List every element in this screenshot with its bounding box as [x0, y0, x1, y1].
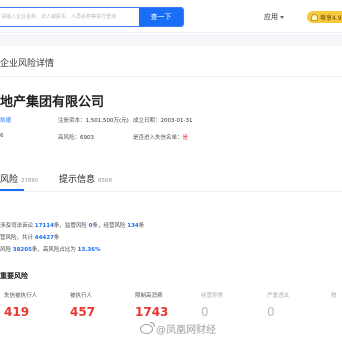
app-menu[interactable]: 应用: [264, 12, 284, 22]
stat-label: 严重违法: [267, 293, 290, 299]
legal-representative-link[interactable]: 凯德: [0, 116, 11, 124]
summary-text: 条，经营风险: [92, 223, 126, 229]
operating-count: 134: [127, 223, 139, 229]
tab-risk-count: 27860: [21, 178, 39, 184]
summary-text: 涉及司法诉讼: [0, 223, 34, 229]
divider: [0, 76, 342, 77]
summary-line-2: 营风险，共计 44427条: [0, 233, 59, 241]
stat-value: 419: [4, 305, 30, 319]
tab-notice-label: 提示信息: [59, 175, 96, 185]
app-menu-label: 应用: [264, 13, 278, 21]
tab-risk-label: 风险: [0, 175, 19, 185]
total-count: 44427: [34, 235, 54, 241]
stat-tax[interactable]: 税: [331, 291, 342, 299]
date-label: 成立日期：: [133, 118, 161, 124]
litigation-count: 17114: [34, 223, 54, 229]
high-risk-count: 高风险：6903: [58, 133, 94, 141]
dishonest-value: 是: [182, 135, 189, 141]
header-spacer: [0, 34, 342, 46]
search-button[interactable]: 查一下: [139, 8, 183, 26]
summary-text: 条: [138, 223, 145, 229]
high-risk-label: 高风险：: [58, 135, 81, 141]
summary-line-1: 涉及司法诉讼 17114条，监管风险 0条，经营风险 134条: [0, 221, 144, 229]
stat-executed[interactable]: 被执行人 457: [70, 291, 132, 319]
stat-consumption-limit[interactable]: 限制高消费 1743: [135, 291, 197, 319]
high-risk-total: 38205: [12, 247, 32, 253]
crown-icon: [311, 13, 318, 21]
stat-label: 被执行人: [70, 293, 93, 299]
top-bar: 查一下 应用 尊享4.9元: [0, 0, 342, 33]
info-prefix: 6: [0, 133, 4, 139]
summary-text: 条，高风险占比为: [31, 247, 76, 253]
dishonest-label: 是否进入失信名单：: [133, 135, 183, 141]
stat-label: 税: [331, 293, 337, 299]
vip-badge-label: 尊享4.9元: [320, 14, 342, 22]
high-risk-ratio: 13.36%: [77, 247, 101, 253]
registered-capital: 注册资本：1,501,500万(元): [58, 116, 129, 124]
summary-text: 营风险，共计: [0, 235, 34, 241]
stat-value: 457: [70, 305, 96, 319]
date-value: 2003-01-31: [160, 118, 193, 124]
watermark: @凤凰网财经: [140, 321, 216, 336]
capital-label: 注册资本：: [58, 118, 86, 124]
tab-notice[interactable]: 提示信息 6568: [59, 172, 112, 185]
weibo-icon: [140, 321, 155, 334]
high-risk-value: 6903: [80, 135, 95, 141]
establish-date: 成立日期：2003-01-31: [133, 116, 192, 124]
stat-value: 1743: [135, 305, 169, 319]
vip-badge[interactable]: 尊享4.9元: [307, 11, 342, 23]
divider: [0, 191, 342, 192]
summary-text: 条: [53, 235, 60, 241]
tab-notice-count: 6568: [98, 178, 113, 184]
stat-abnormal-operation[interactable]: 经营异常 0: [201, 291, 263, 319]
important-risk-title: 重要风险: [0, 272, 28, 280]
watermark-text: @凤凰网财经: [156, 325, 216, 336]
dishonest-list: 是否进入失信名单：是: [133, 133, 188, 141]
capital-value: 1,501,500万(元): [85, 118, 129, 124]
summary-text: 条，监管风险: [53, 223, 87, 229]
search-box: 查一下: [0, 7, 184, 27]
stat-label: 限制高消费: [135, 293, 163, 299]
search-input[interactable]: [1, 8, 135, 26]
stat-label: 经营异常: [201, 293, 224, 299]
chevron-down-icon: [280, 15, 284, 19]
company-name: 地产集团有限公司: [0, 95, 105, 110]
risk-tabs: 风险 27860 提示信息 6568: [0, 170, 342, 190]
summary-text: 风险: [0, 247, 12, 253]
stat-dishonest-executed[interactable]: 失信被执行人 419: [4, 291, 66, 319]
page-title: 企业风险详情: [0, 59, 55, 69]
stat-serious-violation[interactable]: 严重违法 0: [267, 291, 329, 319]
stat-label: 失信被执行人: [4, 293, 38, 299]
tab-risk[interactable]: 风险 27860: [0, 172, 39, 185]
summary-line-3: 风险 38205条，高风险占比为 13.36%: [0, 245, 101, 253]
stat-value: 0: [201, 305, 209, 319]
stat-value: 0: [267, 305, 275, 319]
